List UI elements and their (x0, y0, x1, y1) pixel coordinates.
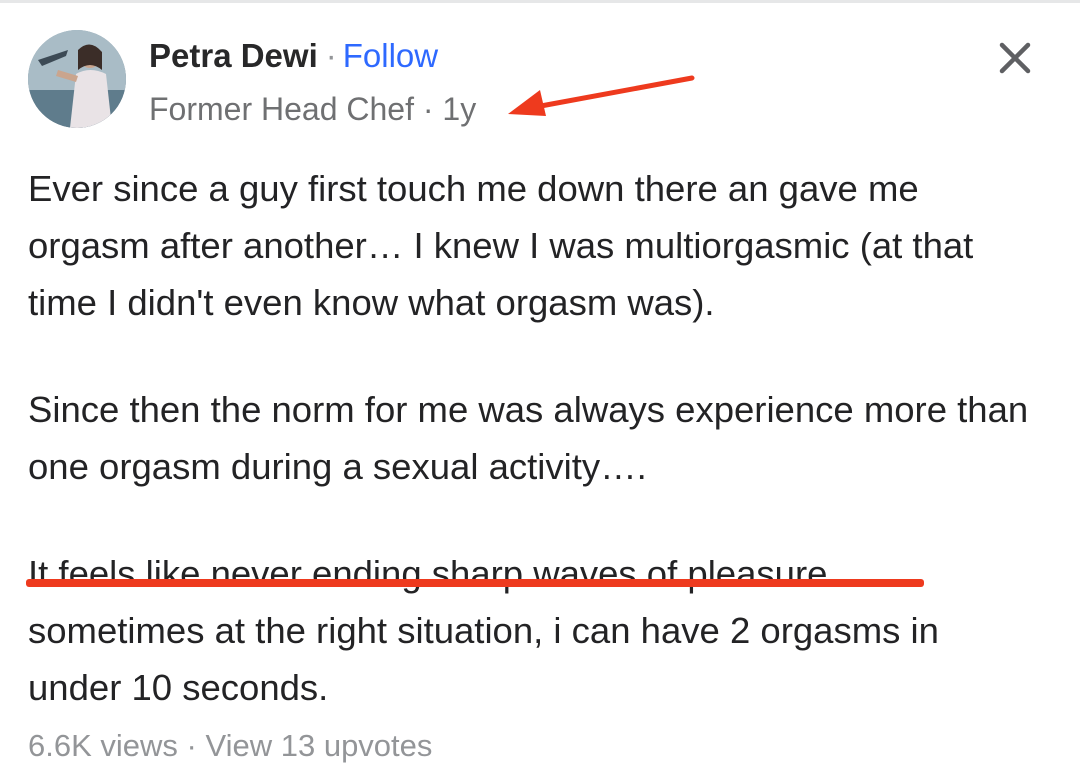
stats-separator: · (186, 728, 197, 763)
separator-dot: · (325, 37, 337, 74)
meta-separator: · (422, 91, 434, 127)
avatar-photo-icon (28, 30, 126, 128)
annotation-arrow-icon (508, 75, 695, 116)
post-timestamp[interactable]: 1y (442, 91, 476, 127)
author-header: Petra Dewi · Follow (149, 36, 438, 76)
annotation-underline (26, 579, 924, 587)
author-name[interactable]: Petra Dewi (149, 37, 318, 74)
view-count: 6.6K views (28, 728, 178, 763)
avatar[interactable] (28, 30, 126, 128)
author-meta: Former Head Chef · 1y (149, 89, 476, 129)
post-paragraph: Ever since a guy first touch me down the… (28, 168, 974, 323)
top-divider (0, 0, 1080, 3)
post-stats: 6.6K views · View 13 upvotes (28, 726, 432, 766)
author-credential[interactable]: Former Head Chef (149, 91, 414, 127)
post-body: Ever since a guy first touch me down the… (28, 160, 1038, 716)
view-upvotes-link[interactable]: View 13 upvotes (205, 728, 432, 763)
follow-button[interactable]: Follow (343, 37, 438, 74)
close-icon[interactable] (994, 37, 1036, 79)
post-paragraph: It feels like never ending sharp waves o… (28, 553, 939, 708)
post-paragraph: Since then the norm for me was always ex… (28, 389, 1029, 487)
